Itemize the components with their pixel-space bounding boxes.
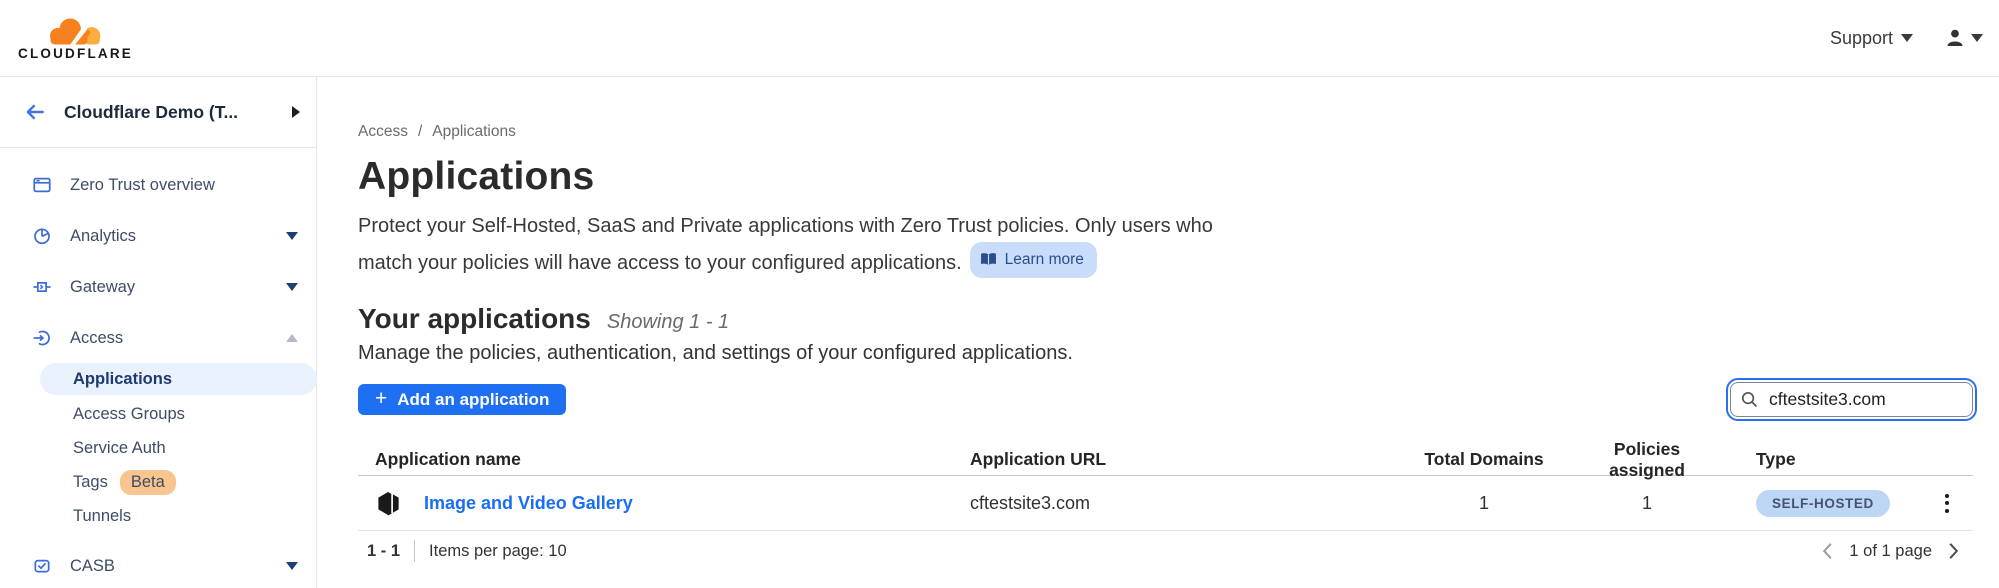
learn-more-label: Learn more — [1005, 244, 1084, 275]
sidebar-item-access-groups[interactable]: Access Groups — [0, 397, 316, 431]
sidebar-item-label: Applications — [73, 370, 172, 389]
showing-count: Showing 1 - 1 — [607, 311, 729, 334]
sidebar-item-label: Tags — [73, 473, 108, 492]
sidebar-item-label: CASB — [70, 557, 115, 576]
sidebar-item-label: Service Auth — [73, 439, 166, 458]
sidebar-item-tags[interactable]: Tags Beta — [0, 465, 316, 499]
breadcrumb: Access / Applications — [358, 123, 1973, 141]
main-content: Access / Applications Applications Prote… — [317, 77, 1999, 588]
chevron-left-icon — [1822, 542, 1833, 560]
expand-account-icon[interactable] — [292, 106, 300, 118]
type-badge: SELF-HOSTED — [1756, 490, 1890, 517]
divider — [414, 540, 415, 562]
overview-window-icon — [33, 176, 51, 194]
sidebar-item-gateway[interactable]: Gateway — [0, 267, 316, 307]
top-header: CLOUDFLARE Support — [0, 0, 1999, 77]
chevron-down-icon[interactable] — [286, 283, 298, 291]
chevron-up-icon[interactable] — [286, 334, 298, 342]
applications-table: Application name Application URL Total D… — [358, 444, 1973, 531]
row-kebab-menu[interactable] — [1941, 490, 1953, 517]
add-application-label: Add an application — [397, 390, 549, 410]
col-header-type: Type — [1716, 449, 1920, 470]
section-title: Your applications — [358, 303, 591, 335]
analytics-pie-icon — [33, 227, 51, 245]
plus-icon: + — [375, 388, 387, 409]
support-label: Support — [1830, 28, 1893, 49]
cloudflare-cloud-icon — [43, 15, 109, 45]
pagination-range: 1 - 1 — [367, 542, 400, 561]
sidebar-item-label: Access Groups — [73, 405, 185, 424]
col-header-policies-assigned: Policies assigned — [1578, 439, 1716, 481]
chevron-right-icon — [1948, 542, 1959, 560]
page-description: Protect your Self-Hosted, SaaS and Priva… — [358, 211, 1258, 279]
beta-badge: Beta — [120, 470, 176, 495]
sidebar-item-service-auth[interactable]: Service Auth — [0, 431, 316, 465]
sidebar-item-access[interactable]: Access — [0, 318, 316, 358]
cloudflare-logo-text: CLOUDFLARE — [18, 46, 133, 61]
sidebar-item-analytics[interactable]: Analytics — [0, 216, 316, 256]
account-name: Cloudflare Demo (T... — [64, 102, 274, 123]
back-arrow-icon[interactable] — [24, 101, 46, 123]
sidebar-menu: Zero Trust overview Analytics — [0, 148, 316, 586]
user-icon — [1943, 26, 1967, 50]
sidebar: Cloudflare Demo (T... Zero Trust overvie… — [0, 77, 317, 588]
breadcrumb-applications[interactable]: Applications — [432, 123, 516, 141]
search-input[interactable] — [1730, 382, 1973, 417]
sidebar-item-label: Gateway — [70, 278, 135, 297]
sidebar-item-label: Access — [70, 329, 123, 348]
user-account-menu[interactable] — [1943, 26, 1983, 50]
cloudflare-logo[interactable]: CLOUDFLARE — [18, 15, 133, 61]
table-row: Image and Video Gallery cftestsite3.com … — [358, 476, 1973, 531]
search-container — [1730, 382, 1973, 417]
sidebar-item-zero-trust-overview[interactable]: Zero Trust overview — [0, 165, 316, 205]
sidebar-item-label: Zero Trust overview — [70, 176, 215, 195]
application-cube-icon — [375, 490, 402, 517]
col-header-application-url: Application URL — [970, 449, 1390, 470]
sidebar-item-label: Analytics — [70, 227, 136, 246]
casb-check-icon — [33, 557, 51, 575]
learn-more-button[interactable]: Learn more — [970, 242, 1097, 278]
total-domains-cell: 1 — [1390, 493, 1578, 514]
add-application-button[interactable]: + Add an application — [358, 384, 566, 415]
access-login-icon — [33, 329, 51, 347]
sidebar-item-casb[interactable]: CASB — [0, 546, 316, 586]
breadcrumb-access[interactable]: Access — [358, 123, 408, 141]
chevron-down-icon[interactable] — [286, 232, 298, 240]
sidebar-item-label: Tunnels — [73, 507, 131, 526]
gateway-icon — [33, 278, 51, 296]
sidebar-account-header: Cloudflare Demo (T... — [0, 77, 316, 148]
col-header-application-name: Application name — [358, 449, 970, 470]
chevron-down-icon — [1901, 34, 1913, 42]
previous-page-button[interactable] — [1822, 542, 1833, 560]
chevron-down-icon[interactable] — [286, 562, 298, 570]
table-header-row: Application name Application URL Total D… — [358, 444, 1973, 476]
sidebar-item-tunnels[interactable]: Tunnels — [0, 499, 316, 533]
page-title: Applications — [358, 155, 1973, 199]
application-name-link[interactable]: Image and Video Gallery — [424, 493, 633, 514]
next-page-button[interactable] — [1948, 542, 1959, 560]
pagination: 1 - 1 Items per page: 10 1 of 1 page — [358, 540, 1973, 562]
breadcrumb-separator: / — [418, 123, 422, 141]
page-info: 1 of 1 page — [1849, 542, 1932, 561]
chevron-down-icon — [1971, 34, 1983, 42]
policies-assigned-cell: 1 — [1578, 493, 1716, 514]
application-url-cell: cftestsite3.com — [970, 493, 1390, 514]
col-header-total-domains: Total Domains — [1390, 449, 1578, 470]
items-per-page[interactable]: Items per page: 10 — [429, 542, 567, 561]
support-menu[interactable]: Support — [1830, 28, 1913, 49]
section-subtitle: Manage the policies, authentication, and… — [358, 342, 1973, 365]
search-icon — [1741, 391, 1758, 408]
sidebar-item-applications[interactable]: Applications — [40, 363, 317, 395]
book-icon — [980, 252, 997, 267]
